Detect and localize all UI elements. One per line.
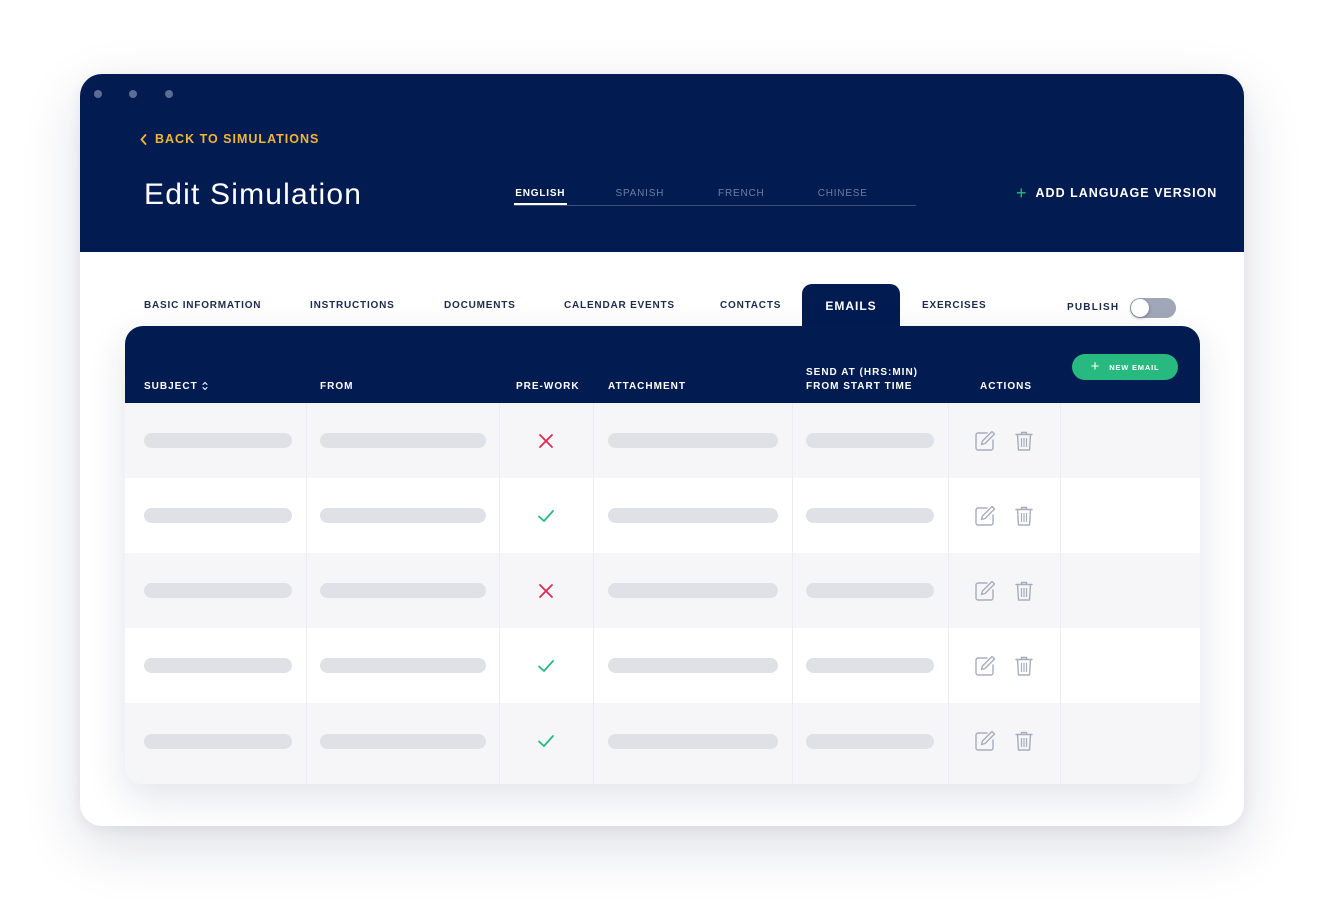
cross-icon — [536, 431, 556, 451]
check-icon — [536, 731, 556, 751]
tab-calendar-events[interactable]: CALENDAR EVENTS — [564, 300, 675, 311]
send-at-placeholder — [806, 508, 934, 523]
plus-icon: + — [1090, 358, 1101, 375]
from-placeholder — [320, 433, 486, 448]
publish-label: PUBLISH — [1067, 302, 1120, 313]
back-to-simulations-link[interactable]: BACK TO SIMULATIONS — [140, 132, 319, 146]
from-placeholder — [320, 583, 486, 598]
edit-icon[interactable] — [973, 654, 997, 678]
attachment-placeholder — [608, 508, 778, 523]
subject-placeholder — [144, 508, 292, 523]
attachment-placeholder — [608, 658, 778, 673]
trash-icon[interactable] — [1012, 654, 1036, 678]
language-tab-french[interactable]: FRENCH — [713, 187, 769, 205]
column-divider — [1060, 403, 1061, 784]
check-icon — [536, 506, 556, 526]
edit-icon[interactable] — [973, 729, 997, 753]
table-row — [125, 403, 1200, 478]
column-divider — [948, 403, 949, 784]
tab-basic-information[interactable]: BASIC INFORMATION — [144, 300, 261, 311]
app-window: BACK TO SIMULATIONS Edit Simulation ENGL… — [80, 74, 1244, 826]
column-header-send-at: SEND AT (HRS:MIN) FROM START TIME — [806, 366, 918, 394]
send-at-placeholder — [806, 733, 934, 749]
table-header: SUBJECT FROM PRE-WORK ATTACHMENT SEND AT… — [125, 326, 1200, 403]
column-header-from: FROM — [320, 381, 354, 392]
tab-documents[interactable]: DOCUMENTS — [444, 300, 516, 311]
column-divider — [593, 403, 594, 784]
edit-icon[interactable] — [973, 504, 997, 528]
send-at-line-1: SEND AT (HRS:MIN) — [806, 367, 918, 378]
column-header-subject[interactable]: SUBJECT — [144, 380, 208, 394]
edit-icon[interactable] — [973, 579, 997, 603]
new-email-label: NEW EMAIL — [1109, 362, 1160, 372]
attachment-placeholder — [608, 583, 778, 598]
tab-instructions[interactable]: INSTRUCTIONS — [310, 300, 395, 311]
from-placeholder — [320, 733, 486, 749]
subject-placeholder — [144, 733, 292, 749]
new-email-button[interactable]: + NEW EMAIL — [1072, 354, 1178, 380]
column-divider — [792, 403, 793, 784]
add-language-label: ADD LANGUAGE VERSION — [1035, 186, 1218, 200]
subject-placeholder — [144, 658, 292, 673]
edit-icon[interactable] — [973, 429, 997, 453]
subject-placeholder — [144, 583, 292, 598]
table-row — [125, 478, 1200, 553]
language-tabs: ENGLISH SPANISH FRENCH CHINESE — [514, 187, 916, 206]
send-at-line-2: FROM START TIME — [806, 381, 913, 392]
cross-icon — [536, 581, 556, 601]
column-divider — [499, 403, 500, 784]
trash-icon[interactable] — [1012, 504, 1036, 528]
toggle-knob — [1131, 299, 1149, 317]
column-header-actions: ACTIONS — [980, 381, 1032, 392]
window-dot — [94, 90, 102, 98]
attachment-placeholder — [608, 433, 778, 448]
sort-icon — [202, 382, 208, 391]
check-icon — [536, 656, 556, 676]
column-header-prework: PRE-WORK — [516, 381, 580, 392]
trash-icon[interactable] — [1012, 579, 1036, 603]
table-row — [125, 553, 1200, 628]
tab-contacts[interactable]: CONTACTS — [720, 300, 781, 311]
chevron-left-icon — [140, 133, 147, 145]
trash-icon[interactable] — [1012, 429, 1036, 453]
send-at-placeholder — [806, 433, 934, 448]
send-at-placeholder — [806, 658, 934, 673]
header: BACK TO SIMULATIONS Edit Simulation ENGL… — [80, 74, 1244, 252]
subject-header-label: SUBJECT — [144, 381, 198, 392]
plus-icon: + — [1016, 183, 1028, 203]
from-placeholder — [320, 658, 486, 673]
subject-placeholder — [144, 433, 292, 448]
attachment-placeholder — [608, 733, 778, 749]
emails-table: SUBJECT FROM PRE-WORK ATTACHMENT SEND AT… — [125, 326, 1200, 784]
language-tab-spanish[interactable]: SPANISH — [567, 187, 714, 205]
back-link-label: BACK TO SIMULATIONS — [155, 132, 320, 146]
from-placeholder — [320, 508, 486, 523]
window-dot — [129, 90, 137, 98]
language-tab-chinese[interactable]: CHINESE — [769, 187, 916, 205]
send-at-placeholder — [806, 583, 934, 598]
column-header-attachment: ATTACHMENT — [608, 381, 686, 392]
tab-emails[interactable]: EMAILS — [802, 284, 900, 328]
publish-toggle[interactable] — [1130, 298, 1176, 318]
page-title: Edit Simulation — [144, 178, 363, 211]
column-divider — [306, 403, 307, 784]
trash-icon[interactable] — [1012, 729, 1036, 753]
table-row — [125, 628, 1200, 703]
add-language-version-button[interactable]: + ADD LANGUAGE VERSION — [1016, 183, 1218, 203]
table-row — [125, 703, 1200, 784]
tab-exercises[interactable]: EXERCISES — [922, 300, 986, 311]
language-tab-english[interactable]: ENGLISH — [514, 187, 567, 205]
window-dot — [165, 90, 173, 98]
